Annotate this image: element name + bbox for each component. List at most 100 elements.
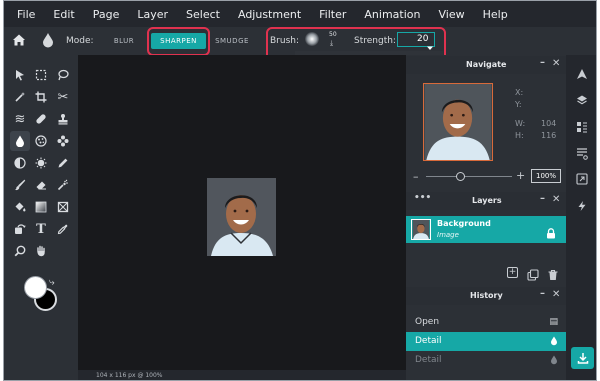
- pencil-tool-icon[interactable]: [53, 153, 73, 173]
- pattern-tool-icon[interactable]: [53, 131, 73, 151]
- history-item-label: Open: [415, 317, 440, 327]
- close-icon[interactable]: ✕: [552, 289, 560, 300]
- crop-tool-icon[interactable]: [31, 87, 51, 107]
- history-item[interactable]: Open ▤: [406, 313, 566, 332]
- navigate-panel-icon[interactable]: [574, 66, 590, 82]
- canvas-image[interactable]: [207, 178, 276, 256]
- marquee-tool-icon[interactable]: [31, 65, 51, 85]
- w-value: 104: [541, 119, 557, 128]
- menu-page[interactable]: Page: [93, 8, 120, 21]
- adjustments-panel-icon[interactable]: [574, 119, 590, 135]
- app-window: File Edit Page Layer Select Adjustment F…: [3, 0, 597, 381]
- close-icon[interactable]: ✕: [552, 194, 560, 205]
- menu-bar: File Edit Page Layer Select Adjustment F…: [4, 1, 596, 27]
- mode-label: Mode:: [66, 36, 94, 46]
- navigate-panel-header[interactable]: Navigate – ✕: [406, 56, 566, 74]
- stamp-tool-icon[interactable]: [53, 109, 73, 129]
- color-replace-tool-icon[interactable]: [31, 153, 51, 173]
- layer-row[interactable]: Background Image: [406, 216, 566, 243]
- zoom-slider-track[interactable]: [426, 176, 512, 177]
- liquify-tool-icon[interactable]: ≋: [10, 109, 30, 129]
- canvas-size-status: 104 x 116 px @ 100%: [96, 372, 163, 379]
- layer-thumbnail: [411, 219, 431, 240]
- history-item[interactable]: Detail: [406, 332, 566, 351]
- home-icon[interactable]: [11, 32, 27, 48]
- zoom-tool-icon[interactable]: [10, 241, 30, 261]
- history-title: History: [470, 291, 503, 300]
- layer-name: Background: [437, 219, 491, 228]
- layers-panel-icon[interactable]: [574, 92, 590, 108]
- zoom-slider-handle[interactable]: [456, 172, 465, 181]
- menu-animation[interactable]: Animation: [364, 8, 420, 21]
- heal-tool-icon[interactable]: [31, 109, 51, 129]
- y-label: Y:: [515, 100, 522, 109]
- add-layer-icon[interactable]: +: [507, 267, 518, 278]
- layers-title: Layers: [472, 196, 502, 205]
- menu-layer[interactable]: Layer: [137, 8, 168, 21]
- panels-column: Navigate – ✕ X: Y: W: 104 H: 116 – + 100…: [406, 55, 566, 380]
- navigator-thumbnail[interactable]: [423, 83, 493, 161]
- document-icon: ▤: [549, 317, 558, 327]
- menu-help[interactable]: Help: [483, 8, 508, 21]
- mode-smudge-button[interactable]: SMUDGE: [210, 33, 254, 49]
- cut-tool-icon[interactable]: ✂: [53, 87, 73, 107]
- minimize-icon[interactable]: –: [540, 57, 545, 68]
- layers-menu-icon[interactable]: •••: [414, 193, 431, 203]
- w-label: W:: [515, 119, 526, 128]
- gradient-tool-icon[interactable]: [31, 197, 51, 217]
- menu-select[interactable]: Select: [186, 8, 220, 21]
- foreground-color-swatch[interactable]: [24, 276, 47, 299]
- h-label: H:: [515, 131, 524, 140]
- drop-icon: [41, 32, 55, 48]
- menu-view[interactable]: View: [438, 8, 464, 21]
- sharpen-highlight: [147, 27, 210, 56]
- eraser-tool-icon[interactable]: [31, 175, 51, 195]
- blur-sharpen-tool-icon[interactable]: [10, 131, 30, 151]
- mode-blur-button[interactable]: BLUR: [104, 33, 144, 49]
- zoom-in-button[interactable]: +: [516, 169, 525, 182]
- x-label: X:: [515, 88, 524, 97]
- right-toolbar: [566, 55, 596, 380]
- settings-panel-icon[interactable]: [574, 146, 590, 162]
- spray-tool-icon[interactable]: [53, 175, 73, 195]
- text-tool-icon[interactable]: T: [31, 219, 51, 239]
- canvas-workspace[interactable]: 104 x 116 px @ 100%: [78, 55, 406, 380]
- layers-panel-header[interactable]: ••• Layers – ✕: [406, 192, 566, 210]
- swap-colors-icon[interactable]: ⤷: [49, 277, 55, 288]
- fill-tool-icon[interactable]: [10, 197, 30, 217]
- minimize-icon[interactable]: –: [540, 193, 545, 204]
- zoom-out-button[interactable]: –: [413, 170, 419, 183]
- history-item-label: Detail: [415, 336, 442, 346]
- zoom-value-field[interactable]: 100%: [531, 169, 561, 183]
- minimize-icon[interactable]: –: [540, 288, 545, 299]
- drop-icon: [550, 351, 558, 373]
- history-item-label: Detail: [415, 355, 442, 365]
- eyedropper-tool-icon[interactable]: [53, 219, 73, 239]
- menu-edit[interactable]: Edit: [53, 8, 74, 21]
- lock-icon[interactable]: [546, 224, 556, 239]
- actions-panel-icon[interactable]: [574, 198, 590, 214]
- menu-file[interactable]: File: [17, 8, 35, 21]
- duplicate-layer-icon[interactable]: [527, 266, 539, 281]
- replace-tool-icon[interactable]: [10, 219, 30, 239]
- status-bar: 104 x 116 px @ 100%: [78, 370, 406, 380]
- tools-panel: ✂ ≋ T ⤷: [4, 55, 78, 380]
- dodge-burn-tool-icon[interactable]: [10, 153, 30, 173]
- history-panel-icon[interactable]: [574, 171, 590, 187]
- h-value: 116: [541, 131, 557, 140]
- lasso-tool-icon[interactable]: [53, 65, 73, 85]
- move-tool-icon[interactable]: [10, 65, 30, 85]
- menu-filter[interactable]: Filter: [319, 8, 346, 21]
- delete-layer-icon[interactable]: [547, 266, 559, 280]
- close-icon[interactable]: ✕: [552, 58, 560, 69]
- history-panel-header[interactable]: History – ✕: [406, 287, 566, 305]
- shape-tool-icon[interactable]: [53, 197, 73, 217]
- brush-tool-icon[interactable]: [10, 175, 30, 195]
- hand-tool-icon[interactable]: [31, 241, 51, 261]
- menu-adjustment[interactable]: Adjustment: [238, 8, 301, 21]
- download-button[interactable]: [571, 347, 594, 369]
- navigate-title: Navigate: [466, 60, 507, 69]
- magic-wand-tool-icon[interactable]: [10, 87, 30, 107]
- sponge-tool-icon[interactable]: [31, 131, 51, 151]
- history-item[interactable]: Detail: [406, 351, 566, 370]
